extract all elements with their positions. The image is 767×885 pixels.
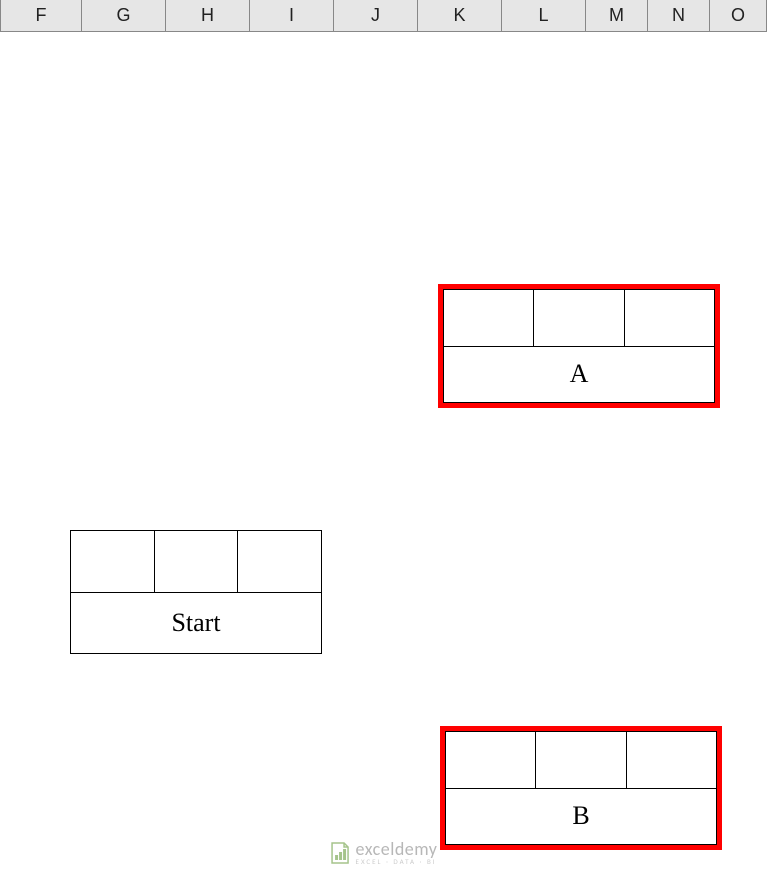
watermark-sub-text: EXCEL · DATA · BI xyxy=(356,858,438,865)
column-header-g[interactable]: G xyxy=(82,0,166,31)
block-start-cell[interactable] xyxy=(71,531,155,593)
block-start-table: Start xyxy=(70,530,322,654)
block-b-table: B xyxy=(445,731,717,845)
column-header-j[interactable]: J xyxy=(334,0,418,31)
watermark-main-text: exceldemy xyxy=(356,840,438,858)
cell-block-b[interactable]: B xyxy=(440,726,722,850)
watermark: exceldemy EXCEL · DATA · BI xyxy=(330,840,438,865)
block-a-label-cell[interactable]: A xyxy=(444,346,715,403)
block-start-cell[interactable] xyxy=(238,531,322,593)
block-b-label-cell[interactable]: B xyxy=(446,788,717,845)
block-a-table: A xyxy=(443,289,715,403)
column-header-row: FGHIJKLMNO xyxy=(0,0,767,32)
watermark-text: exceldemy EXCEL · DATA · BI xyxy=(356,840,438,865)
column-header-m[interactable]: M xyxy=(586,0,648,31)
column-header-n[interactable]: N xyxy=(648,0,710,31)
column-header-k[interactable]: K xyxy=(418,0,502,31)
block-b-cell[interactable] xyxy=(446,732,536,789)
column-header-h[interactable]: H xyxy=(166,0,250,31)
column-header-o[interactable]: O xyxy=(710,0,767,31)
spreadsheet-grid[interactable]: A Start B xyxy=(0,32,767,885)
exceldemy-logo-icon xyxy=(330,841,350,865)
block-b-cell[interactable] xyxy=(536,732,626,789)
column-header-f[interactable]: F xyxy=(0,0,82,31)
block-a-cell[interactable] xyxy=(624,290,714,347)
block-start-cell[interactable] xyxy=(154,531,238,593)
block-a-cell[interactable] xyxy=(444,290,534,347)
block-a-cell[interactable] xyxy=(534,290,624,347)
cell-block-start[interactable]: Start xyxy=(70,530,322,654)
block-start-label-cell[interactable]: Start xyxy=(71,592,322,654)
cell-block-a[interactable]: A xyxy=(438,284,720,408)
block-b-cell[interactable] xyxy=(626,732,717,789)
column-header-l[interactable]: L xyxy=(502,0,586,31)
column-header-i[interactable]: I xyxy=(250,0,334,31)
